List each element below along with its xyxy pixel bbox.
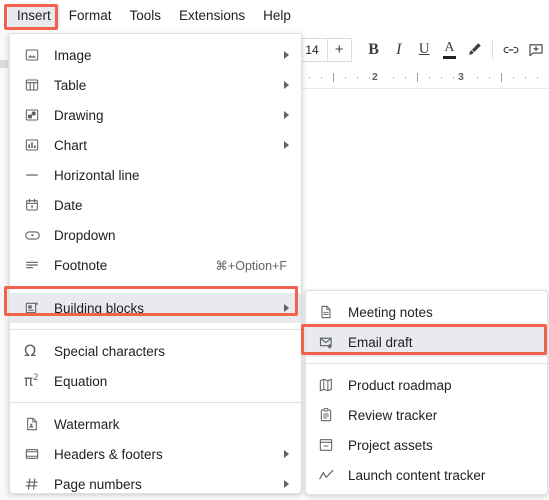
menubar-item-help[interactable]: Help bbox=[254, 4, 300, 28]
date-icon bbox=[24, 196, 46, 214]
add-comment-button[interactable] bbox=[524, 36, 549, 63]
menu-item-label: Footnote bbox=[54, 257, 108, 273]
menu-item-drawing[interactable]: Drawing bbox=[10, 100, 301, 130]
menu-item-horizontal-line[interactable]: Horizontal line bbox=[10, 160, 301, 190]
menu-item-label: Special characters bbox=[54, 343, 166, 359]
email-draft-icon bbox=[318, 333, 340, 351]
menu-item-watermark[interactable]: Watermark bbox=[10, 409, 301, 439]
submenu-divider bbox=[306, 363, 547, 364]
document-icon bbox=[318, 303, 340, 321]
ruler-number-2: 2 bbox=[372, 71, 378, 83]
submenu-item-label: Meeting notes bbox=[348, 304, 433, 320]
submenu-item-meeting-notes[interactable]: Meeting notes bbox=[306, 297, 547, 327]
ruler-number-3: 3 bbox=[458, 71, 464, 83]
submenu-arrow-icon bbox=[284, 51, 289, 59]
menu-item-shortcut: ⌘+Option+F bbox=[215, 258, 287, 273]
bold-button[interactable]: B bbox=[361, 36, 386, 63]
archive-icon bbox=[318, 436, 340, 454]
google-docs-insert-menu-screenshot: Insert Format Tools Extensions Help 14 +… bbox=[0, 0, 549, 500]
underline-button[interactable]: U bbox=[412, 36, 437, 63]
trend-line-icon bbox=[318, 466, 340, 484]
submenu-item-label: Product roadmap bbox=[348, 377, 452, 393]
menu-item-label: Chart bbox=[54, 137, 88, 153]
submenu-arrow-icon bbox=[284, 450, 289, 458]
dropdown-icon bbox=[24, 226, 46, 244]
highlight-color-button[interactable] bbox=[462, 36, 487, 63]
menu-item-table[interactable]: Table bbox=[10, 70, 301, 100]
menu-item-footnote[interactable]: Footnote ⌘+Option+F bbox=[10, 250, 301, 280]
menu-item-date[interactable]: Date bbox=[10, 190, 301, 220]
menu-item-label: Drawing bbox=[54, 107, 104, 123]
document-ruler[interactable]: 2 3 bbox=[300, 68, 549, 89]
insert-menu-dropdown: Image Table Drawing Chart Horizontal lin… bbox=[9, 33, 302, 494]
watermark-icon bbox=[24, 415, 46, 433]
menu-item-label: Equation bbox=[54, 373, 108, 389]
clipboard-icon bbox=[318, 406, 340, 424]
submenu-item-project-assets[interactable]: Project assets bbox=[306, 430, 547, 460]
menubar-item-insert[interactable]: Insert bbox=[8, 3, 60, 28]
map-icon bbox=[318, 376, 340, 394]
menu-item-chart[interactable]: Chart bbox=[10, 130, 301, 160]
table-icon bbox=[24, 76, 46, 94]
menubar-item-format[interactable]: Format bbox=[60, 4, 121, 28]
menu-bar: Insert Format Tools Extensions Help bbox=[0, 0, 549, 31]
highlighter-icon bbox=[469, 43, 482, 55]
menu-item-label: Page numbers bbox=[54, 476, 142, 492]
footnote-icon bbox=[24, 256, 46, 274]
menu-item-dropdown[interactable]: Dropdown bbox=[10, 220, 301, 250]
submenu-item-label: Launch content tracker bbox=[348, 467, 486, 483]
text-color-icon: A bbox=[442, 40, 456, 59]
menu-item-label: Dropdown bbox=[54, 227, 116, 243]
building-blocks-icon bbox=[24, 299, 46, 317]
submenu-item-email-draft[interactable]: Email draft bbox=[306, 327, 547, 357]
menu-item-headers-footers[interactable]: Headers & footers bbox=[10, 439, 301, 469]
submenu-arrow-icon bbox=[284, 141, 289, 149]
submenu-arrow-icon bbox=[284, 480, 289, 488]
menu-item-label: Table bbox=[54, 77, 87, 93]
toolbar-divider bbox=[492, 40, 494, 59]
submenu-arrow-icon bbox=[284, 111, 289, 119]
menu-item-label: Building blocks bbox=[54, 300, 145, 316]
menubar-item-extensions[interactable]: Extensions bbox=[170, 4, 254, 28]
menu-item-label: Date bbox=[54, 197, 83, 213]
menu-item-image[interactable]: Image bbox=[10, 40, 301, 70]
ruler-left-indent-marker bbox=[0, 60, 8, 68]
building-blocks-submenu: Meeting notes Email draft Product roadma… bbox=[305, 290, 548, 495]
formatting-toolbar: 14 + B I U A bbox=[296, 33, 549, 66]
menu-item-equation[interactable]: π2 Equation bbox=[10, 366, 301, 396]
menu-item-label: Image bbox=[54, 47, 92, 63]
submenu-item-label: Project assets bbox=[348, 437, 433, 453]
equation-icon: π2 bbox=[24, 371, 39, 390]
increase-font-size-button[interactable]: + bbox=[327, 37, 352, 62]
menu-item-label: Headers & footers bbox=[54, 446, 163, 462]
image-icon bbox=[24, 46, 46, 64]
menu-item-label: Horizontal line bbox=[54, 167, 140, 183]
omega-icon: Ω bbox=[24, 341, 37, 360]
text-color-button[interactable]: A bbox=[437, 36, 462, 63]
menu-item-page-numbers[interactable]: Page numbers bbox=[10, 469, 301, 499]
link-icon bbox=[503, 46, 519, 53]
menu-divider bbox=[10, 329, 301, 330]
submenu-item-product-roadmap[interactable]: Product roadmap bbox=[306, 370, 547, 400]
submenu-item-review-tracker[interactable]: Review tracker bbox=[306, 400, 547, 430]
submenu-arrow-icon bbox=[284, 304, 289, 312]
submenu-item-label: Review tracker bbox=[348, 407, 438, 423]
chart-icon bbox=[24, 136, 46, 154]
drawing-icon bbox=[24, 106, 46, 124]
insert-link-button[interactable] bbox=[498, 36, 523, 63]
italic-button[interactable]: I bbox=[386, 36, 411, 63]
menu-divider bbox=[10, 286, 301, 287]
add-comment-icon bbox=[529, 43, 543, 56]
submenu-arrow-icon bbox=[284, 81, 289, 89]
menubar-item-tools[interactable]: Tools bbox=[121, 4, 171, 28]
menu-item-building-blocks[interactable]: Building blocks bbox=[10, 293, 301, 323]
horizontal-line-icon bbox=[24, 166, 46, 184]
submenu-item-launch-content-tracker[interactable]: Launch content tracker bbox=[306, 460, 547, 490]
headers-footers-icon bbox=[24, 445, 46, 463]
menu-item-special-characters[interactable]: Ω Special characters bbox=[10, 336, 301, 366]
page-numbers-icon bbox=[24, 475, 46, 493]
menu-divider bbox=[10, 402, 301, 403]
menu-item-label: Watermark bbox=[54, 416, 120, 432]
submenu-item-label: Email draft bbox=[348, 334, 413, 350]
